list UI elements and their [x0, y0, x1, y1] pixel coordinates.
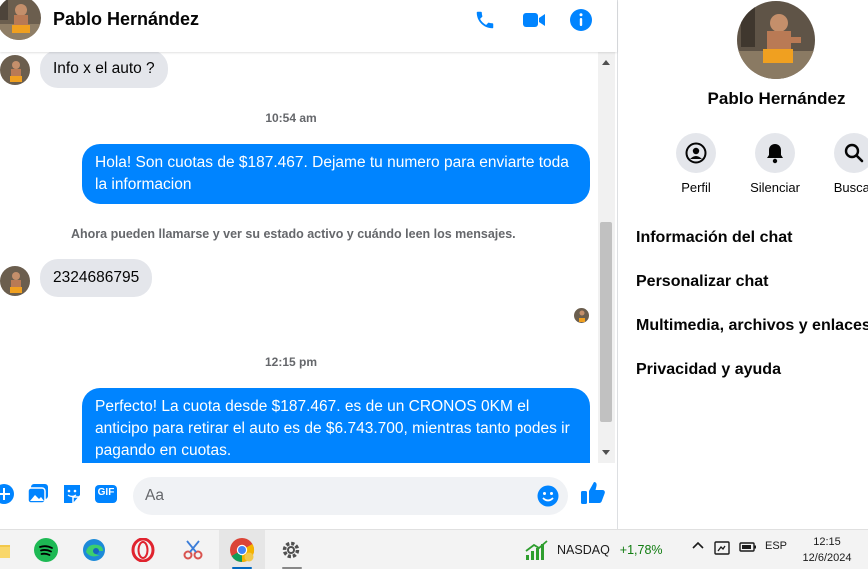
scroll-thumb[interactable]	[600, 222, 612, 422]
stock-widget[interactable]: NASDAQ +1,78%	[525, 538, 663, 562]
system-clock[interactable]: 12:15 12/6/2024	[795, 534, 859, 566]
info-icon[interactable]	[567, 6, 595, 34]
outgoing-message[interactable]: Perfecto! La cuota desde $187.467. es de…	[82, 388, 590, 463]
message-list[interactable]: Info x el auto ? 10:54 am Hola! Son cuot…	[0, 52, 598, 463]
timestamp: 12:15 pm	[264, 355, 318, 369]
sticker-icon[interactable]	[60, 482, 84, 506]
phone-icon[interactable]	[471, 6, 499, 34]
chevron-up-icon[interactable]	[690, 540, 706, 550]
clock-date: 12/6/2024	[802, 552, 852, 564]
spotify-icon[interactable]	[32, 536, 60, 564]
clock-time: 12:15	[813, 536, 841, 548]
scroll-down-arrow-icon[interactable]	[602, 450, 610, 455]
menu-privacy-help[interactable]: Privacidad y ayuda	[636, 361, 781, 379]
stock-chart-icon	[525, 540, 548, 560]
mute-action[interactable]: Silenciar	[735, 133, 815, 195]
battery-icon[interactable]	[738, 540, 758, 554]
stock-name: NASDAQ	[557, 543, 610, 557]
contact-avatar-small	[0, 266, 30, 296]
edge-icon[interactable]	[80, 536, 108, 564]
opera-icon[interactable]	[129, 536, 157, 564]
settings-icon[interactable]	[277, 536, 305, 564]
profile-action[interactable]: Perfil	[656, 133, 736, 195]
chat-header: Pablo Hernández	[0, 0, 617, 52]
contact-name[interactable]: Pablo Hernández	[53, 9, 199, 30]
video-camera-icon[interactable]	[520, 6, 548, 34]
scroll-up-arrow-icon[interactable]	[602, 60, 610, 65]
chat-panel: Pablo Hernández Info x el auto ? 10:54 a…	[0, 0, 617, 529]
profile-name: Pablo Hernández	[707, 89, 846, 108]
incoming-message[interactable]: 2324686795	[40, 259, 153, 297]
message-scrollbar[interactable]	[598, 52, 615, 463]
tray-app-icon[interactable]	[713, 540, 731, 556]
profile-avatar[interactable]	[737, 1, 815, 79]
menu-media-files-links[interactable]: Multimedia, archivos y enlaces	[636, 317, 868, 335]
contact-avatar-small	[0, 55, 30, 85]
emoji-icon[interactable]	[537, 485, 559, 507]
messenger-window: Pablo Hernández Info x el auto ? 10:54 a…	[0, 0, 868, 569]
profile-action-label: Perfil	[681, 180, 711, 195]
gif-icon[interactable]: GIF	[94, 482, 118, 506]
search-action-label: Buscar	[833, 180, 868, 195]
outgoing-message[interactable]: Hola! Son cuotas de $187.467. Dejame tu …	[82, 144, 590, 204]
thumbs-up-icon[interactable]	[580, 480, 606, 506]
search-action[interactable]: Buscar	[814, 133, 868, 195]
image-icon[interactable]	[26, 482, 50, 506]
mute-action-label: Silenciar	[750, 180, 800, 195]
menu-chat-info[interactable]: Información del chat	[636, 229, 792, 247]
system-notice: Ahora pueden llamarse y ver su estado ac…	[71, 227, 516, 241]
gif-label: GIF	[97, 487, 115, 498]
snipping-icon[interactable]	[179, 536, 207, 564]
search-icon[interactable]	[834, 133, 868, 173]
message-input-container[interactable]	[133, 477, 568, 515]
stock-change: +1,78%	[619, 543, 663, 557]
chrome-icon[interactable]	[228, 536, 256, 564]
windows-taskbar: NASDAQ +1,78% ESP 12:15 12/6/2024	[0, 529, 868, 569]
file-explorer-icon[interactable]	[0, 536, 14, 564]
chat-info-panel: Pablo Hernández Perfil Silenciar Buscar …	[618, 0, 868, 529]
contact-avatar[interactable]	[0, 0, 41, 40]
read-receipt-avatar	[574, 308, 589, 323]
bell-icon[interactable]	[755, 133, 795, 173]
language-indicator[interactable]: ESP	[763, 540, 789, 552]
message-composer: GIF	[0, 466, 617, 526]
menu-customize-chat[interactable]: Personalizar chat	[636, 273, 769, 291]
incoming-message[interactable]: Info x el auto ?	[40, 52, 168, 88]
profile-icon[interactable]	[676, 133, 716, 173]
plus-icon[interactable]	[0, 482, 16, 506]
message-input[interactable]	[145, 477, 525, 515]
timestamp: 10:54 am	[265, 111, 317, 125]
